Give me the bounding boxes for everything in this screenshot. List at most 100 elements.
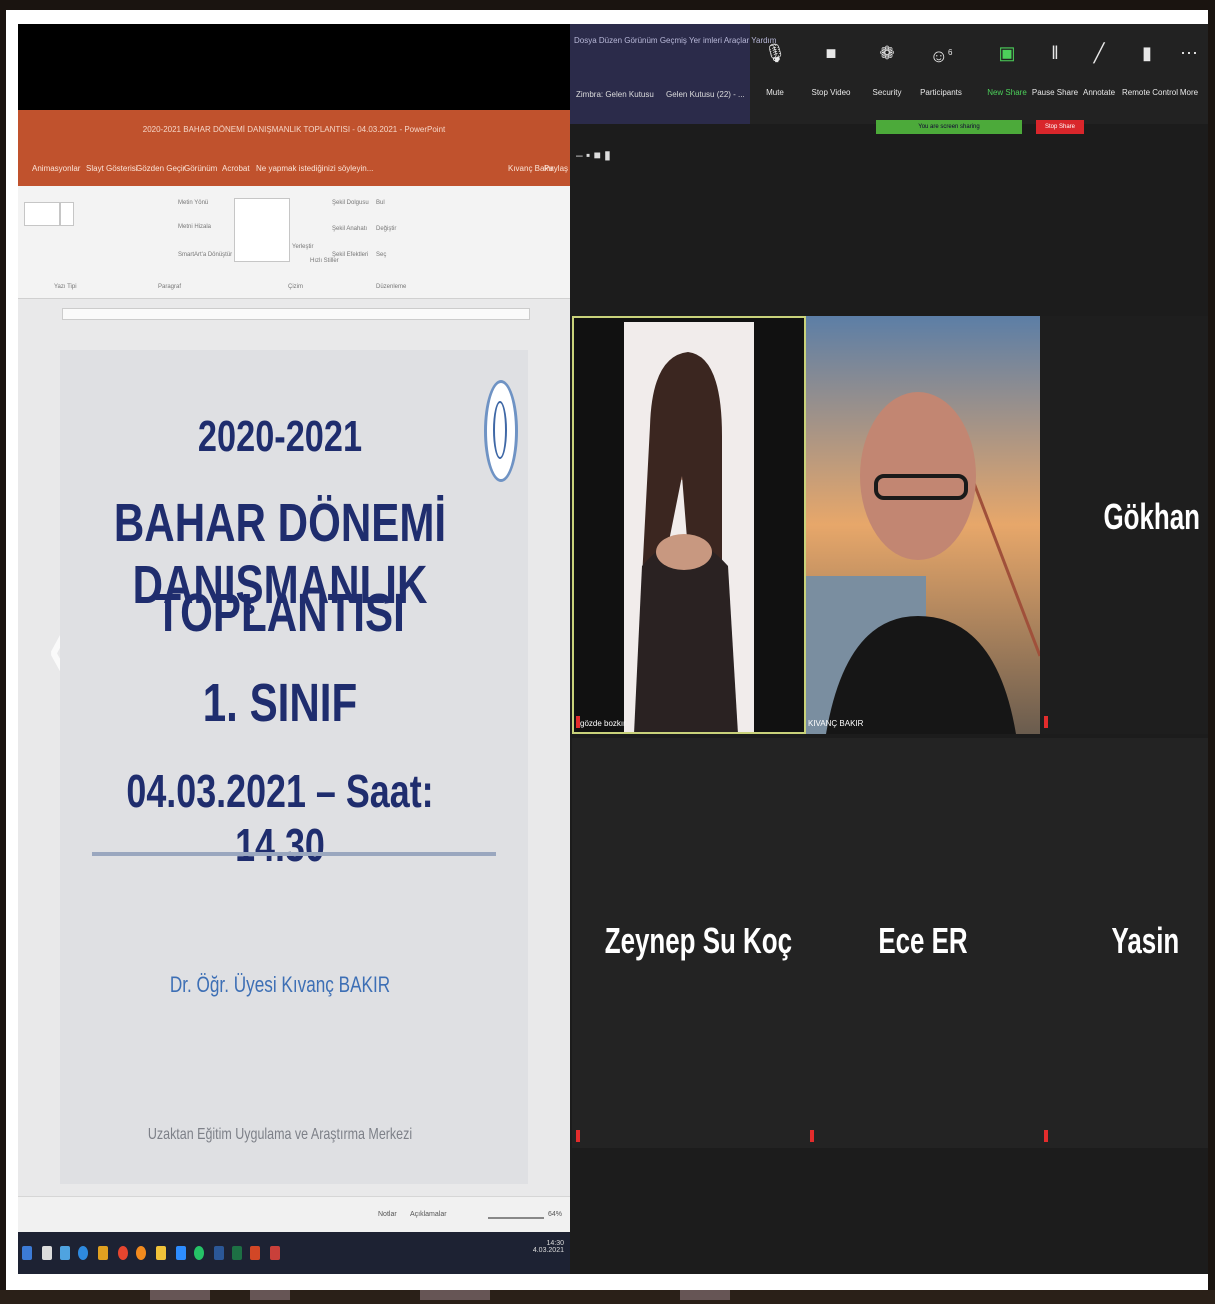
security-button[interactable]: ❁ Security xyxy=(862,38,912,108)
shape-fill-button[interactable]: Şekil Dolgusu xyxy=(332,200,369,206)
taskbar-clock[interactable]: 14:30 4.03.2021 xyxy=(533,1240,564,1254)
participant-tile-6[interactable]: Yasin xyxy=(1040,738,1208,1148)
participant-tile-5[interactable]: Ece ER xyxy=(806,738,1040,1148)
more-icon: ⋯ xyxy=(1180,43,1198,63)
shape-outline-button[interactable]: Şekil Anahatı xyxy=(332,226,367,232)
stop-share-button[interactable]: Stop Share xyxy=(1036,120,1084,134)
participant-count: 6 xyxy=(947,48,953,57)
find-button[interactable]: Bul xyxy=(376,200,385,206)
shape-effects-button[interactable]: Şekil Efektleri xyxy=(332,252,368,258)
slide-footer: Uzaktan Eğitim Uygulama ve Araştırma Mer… xyxy=(147,1126,413,1143)
clock-date: 4.03.2021 xyxy=(532,1247,564,1254)
zoom-app-icon[interactable] xyxy=(176,1246,186,1260)
share-link[interactable]: Paylaş xyxy=(544,164,568,173)
muted-mic-icon xyxy=(576,1130,580,1142)
bottom-shape xyxy=(150,1290,210,1300)
participant-video-1 xyxy=(624,322,754,734)
participant-tile-2[interactable]: KIVANÇ BAKIR xyxy=(806,316,1040,734)
arrange-button[interactable]: Yerleştir xyxy=(292,244,313,250)
mouse-icon: ▮ xyxy=(1142,43,1152,63)
mute-button[interactable]: 🎙 Mute xyxy=(750,38,800,108)
powerpoint-icon[interactable] xyxy=(250,1246,260,1260)
participants-button[interactable]: ☺6 Participants xyxy=(916,38,966,108)
shield-icon: ❁ xyxy=(879,43,895,63)
participant-tile-3[interactable]: Gökhan Memiş xyxy=(1040,316,1208,734)
smartart-button[interactable]: SmartArt'a Dönüştür xyxy=(178,252,232,258)
annotate-button[interactable]: ╱ Annotate xyxy=(1074,38,1124,108)
tab-review[interactable]: Gözden Geçir xyxy=(136,164,185,173)
stop-video-button[interactable]: ■ Stop Video xyxy=(806,38,856,108)
font-size-box[interactable] xyxy=(60,202,74,226)
folder-icon[interactable] xyxy=(156,1246,166,1260)
chrome-icon[interactable] xyxy=(118,1246,128,1260)
microphone-icon: 🎙 xyxy=(763,43,787,63)
window-title: 2020-2021 BAHAR DÖNEMİ DANIŞMANLIK TOPLA… xyxy=(18,110,570,150)
acrobat-icon[interactable] xyxy=(270,1246,280,1260)
participant-name: Ece ER xyxy=(878,920,968,961)
share-icon: ▣ xyxy=(998,43,1016,63)
select-button[interactable]: Seç xyxy=(376,252,386,258)
participant-tile-4[interactable]: Zeynep Su Koç xyxy=(572,738,806,1148)
bottom-strip xyxy=(0,1290,1215,1304)
more-label: More xyxy=(1179,88,1199,97)
stop-video-label: Stop Video xyxy=(811,88,851,97)
firefox-icon[interactable] xyxy=(136,1246,146,1260)
text-direction-button[interactable]: Metin Yönü xyxy=(178,200,208,206)
tab-slideshow[interactable]: Slayt Gösterisi xyxy=(86,164,138,173)
browser-strip: Dosya Düzen Görünüm Geçmiş Yer imleri Ar… xyxy=(570,24,776,124)
whatsapp-icon[interactable] xyxy=(194,1246,204,1260)
pause-icon: ‖ xyxy=(1051,43,1059,63)
pen-icon: ╱ xyxy=(1093,43,1105,63)
shapes-gallery[interactable] xyxy=(234,198,290,262)
notes-button[interactable]: Notlar xyxy=(378,1211,397,1218)
slide-divider xyxy=(92,852,496,856)
search-icon[interactable] xyxy=(42,1246,52,1260)
remote-control-button[interactable]: ▮ Remote Control xyxy=(1122,38,1178,108)
more-button[interactable]: ⋯ More xyxy=(1170,38,1208,108)
participant-tile-1[interactable]: gözde bozkır xyxy=(572,316,806,734)
zoom-level[interactable]: 64% xyxy=(548,1211,562,1218)
annotate-label: Annotate xyxy=(1082,88,1116,97)
participants-icon: ☺6 xyxy=(929,46,953,66)
comments-button[interactable]: Açıklamalar xyxy=(410,1211,447,1218)
browser-tab-inbox[interactable]: Gelen Kutusu (22) - ... xyxy=(666,90,745,99)
muted-mic-icon xyxy=(810,1130,814,1142)
participants-label: Participants xyxy=(920,88,962,97)
edge-icon[interactable] xyxy=(78,1246,88,1260)
word-icon[interactable] xyxy=(214,1246,224,1260)
ribbon: Metin Yönü Metni Hizala SmartArt'a Dönüş… xyxy=(18,186,570,299)
slide[interactable]: 2020-2021 BAHAR DÖNEMİ DANIŞMANLIK TOPLA… xyxy=(60,350,528,1184)
group-paragraph: Paragraf xyxy=(158,284,182,290)
group-editing: Düzenleme xyxy=(376,284,407,290)
mute-label: Mute xyxy=(766,88,784,97)
start-icon[interactable] xyxy=(22,1246,32,1260)
taskview-icon[interactable] xyxy=(60,1246,70,1260)
font-name-box[interactable] xyxy=(24,202,60,226)
pause-share-button[interactable]: ‖ Pause Share xyxy=(1030,38,1080,108)
browser-menu[interactable]: Dosya Düzen Görünüm Geçmiş Yer imleri Ar… xyxy=(574,36,776,45)
slide-title-meeting: TOPLANTISI xyxy=(155,583,405,643)
view-options-icon[interactable]: ‒ ▪ ■ ▮ xyxy=(576,148,611,162)
browser-tab-zimbra[interactable]: Zimbra: Gelen Kutusu xyxy=(576,90,654,99)
align-text-button[interactable]: Metni Hizala xyxy=(178,224,211,230)
tab-acrobat[interactable]: Acrobat xyxy=(222,164,250,173)
tab-animations[interactable]: Animasyonlar xyxy=(32,164,80,173)
zoom-slider[interactable] xyxy=(488,1217,544,1219)
powerpoint-window: 2020-2021 BAHAR DÖNEMİ DANIŞMANLIK TOPLA… xyxy=(18,24,570,1274)
group-font: Yazı Tipi xyxy=(54,284,77,290)
tab-view[interactable]: Görünüm xyxy=(184,164,217,173)
excel-icon[interactable] xyxy=(232,1246,242,1260)
tell-me-search[interactable]: Ne yapmak istediğinizi söyleyin... xyxy=(256,164,373,173)
participant-name: KIVANÇ BAKIR xyxy=(808,719,864,728)
windows-taskbar: 14:30 4.03.2021 xyxy=(18,1232,570,1274)
explorer-icon[interactable] xyxy=(98,1246,108,1260)
slide-title-year: 2020-2021 xyxy=(197,412,363,461)
participant-video-2 xyxy=(806,316,1040,734)
pause-share-label: Pause Share xyxy=(1031,88,1079,97)
new-share-button[interactable]: ▣ New Share xyxy=(982,38,1032,108)
replace-button[interactable]: Değiştir xyxy=(376,226,396,232)
participant-name: Zeynep Su Koç xyxy=(604,920,793,961)
quick-styles-button[interactable]: Hızlı Stiller xyxy=(310,258,339,264)
security-label: Security xyxy=(872,88,902,97)
group-drawing: Çizim xyxy=(288,284,303,290)
